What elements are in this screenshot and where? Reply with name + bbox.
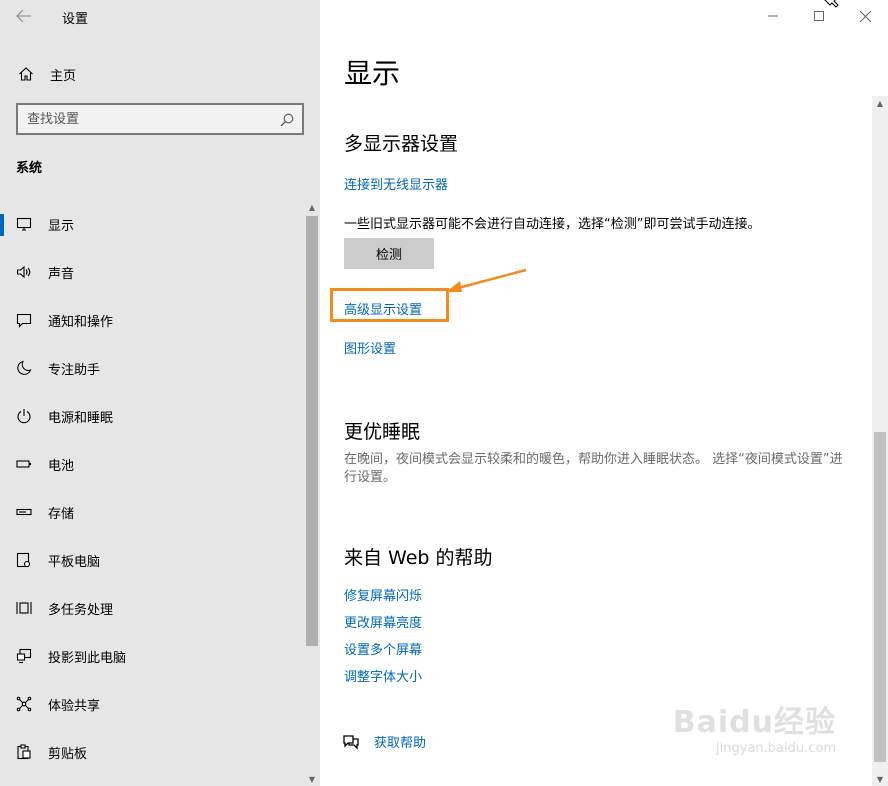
multitask-icon <box>0 600 48 616</box>
sidebar-item-focus-assist[interactable]: 专注助手 <box>0 344 304 392</box>
nav-list: 显示 声音 通知和操作 专注助手 电源和睡眠 电池 存储 平板电脑 多任务处理 … <box>0 200 304 786</box>
app-title: 设置 <box>62 12 89 27</box>
sidebar-item-label: 体验共享 <box>48 698 101 714</box>
moon-icon <box>0 360 48 376</box>
minimize-button[interactable] <box>750 0 796 32</box>
sidebar-item-label: 多任务处理 <box>48 602 114 618</box>
get-help-link[interactable]: 获取帮助 <box>374 732 426 751</box>
sidebar-item-notifications[interactable]: 通知和操作 <box>0 296 304 344</box>
home-icon <box>2 66 50 82</box>
maximize-icon <box>814 11 824 21</box>
web-help-heading: 来自 Web 的帮助 <box>344 547 493 569</box>
graphics-settings-link[interactable]: 图形设置 <box>344 338 396 357</box>
sidebar-item-project[interactable]: 投影到此电脑 <box>0 632 304 680</box>
minimize-icon <box>768 15 778 17</box>
sidebar-item-storage[interactable]: 存储 <box>0 488 304 536</box>
help-link-multiple-screens[interactable]: 设置多个屏幕 <box>344 639 422 658</box>
multi-display-heading: 多显示器设置 <box>344 133 459 155</box>
mouse-cursor-icon <box>824 0 839 8</box>
project-icon <box>0 648 48 664</box>
home-label: 主页 <box>50 68 77 84</box>
sidebar-item-label: 通知和操作 <box>48 314 114 330</box>
sidebar-item-label: 专注助手 <box>48 362 101 378</box>
get-help-row[interactable]: 获取帮助 <box>342 732 426 751</box>
sidebar-item-label: 显示 <box>48 218 75 234</box>
scroll-down-icon[interactable]: ▼ <box>304 772 320 786</box>
watermark-url: jingyan.baidu.com <box>716 741 836 756</box>
sidebar-scrollbar[interactable]: ▲ ▼ <box>304 200 320 786</box>
better-sleep-heading: 更优睡眠 <box>344 421 421 443</box>
speaker-icon <box>0 264 48 280</box>
sidebar-item-label: 声音 <box>48 266 75 282</box>
main-scroll-thumb[interactable] <box>874 432 886 762</box>
sidebar-item-tablet[interactable]: 平板电脑 <box>0 536 304 584</box>
annotation-arrow-icon <box>446 268 527 292</box>
scroll-up-icon[interactable]: ▲ <box>304 200 320 214</box>
advanced-display-settings-link[interactable]: 高级显示设置 <box>344 299 422 318</box>
sidebar-item-label: 剪贴板 <box>48 746 88 762</box>
section-label-system: 系统 <box>16 161 43 176</box>
tablet-icon <box>0 552 48 568</box>
sidebar: 设置 主页 系统 显示 声音 通知和操作 专注助手 <box>0 0 320 786</box>
power-icon <box>0 408 48 424</box>
notification-icon <box>0 312 48 328</box>
search-box[interactable] <box>16 103 304 135</box>
back-arrow-icon <box>16 9 31 23</box>
sidebar-item-battery[interactable]: 电池 <box>0 440 304 488</box>
battery-icon <box>0 456 48 472</box>
help-link-font-size[interactable]: 调整字体大小 <box>344 666 422 685</box>
scroll-down-icon[interactable]: ▼ <box>872 772 888 786</box>
sidebar-item-shared-experiences[interactable]: 体验共享 <box>0 680 304 728</box>
help-link-fix-flicker[interactable]: 修复屏幕闪烁 <box>344 585 422 604</box>
wireless-display-link[interactable]: 连接到无线显示器 <box>344 174 448 193</box>
close-button[interactable] <box>842 0 888 32</box>
chat-help-icon <box>343 734 359 750</box>
sidebar-item-home[interactable]: 主页 <box>0 56 320 92</box>
sidebar-item-display[interactable]: 显示 <box>0 200 304 248</box>
sidebar-item-label: 平板电脑 <box>48 554 101 570</box>
page-title: 显示 <box>344 57 401 90</box>
sidebar-item-label: 存储 <box>48 506 75 522</box>
watermark-logo: Baidu经验 <box>672 705 836 740</box>
sidebar-item-label: 电源和睡眠 <box>48 410 114 426</box>
detect-button[interactable]: 检测 <box>344 238 434 269</box>
sidebar-scroll-thumb[interactable] <box>306 216 318 646</box>
help-link-brightness[interactable]: 更改屏幕亮度 <box>344 612 422 631</box>
multi-display-description: 一些旧式显示器可能不会进行自动连接，选择“检测”即可尝试手动连接。 <box>344 217 761 232</box>
watermark: Baidu经验 jingyan.baidu.com <box>673 697 836 756</box>
clipboard-icon <box>0 744 48 760</box>
scroll-up-icon[interactable]: ▲ <box>872 96 888 110</box>
search-input[interactable] <box>27 111 275 127</box>
main-scrollbar[interactable]: ▲ ▼ <box>872 96 888 786</box>
sidebar-item-power-sleep[interactable]: 电源和睡眠 <box>0 392 304 440</box>
main-content: 显示 多显示器设置 连接到无线显示器 一些旧式显示器可能不会进行自动连接，选择“… <box>320 0 888 786</box>
monitor-icon <box>0 216 48 232</box>
storage-icon <box>0 504 48 520</box>
sidebar-item-label: 电池 <box>48 458 75 474</box>
sidebar-item-label: 投影到此电脑 <box>48 650 127 666</box>
search-icon[interactable] <box>280 112 294 131</box>
sidebar-item-multitasking[interactable]: 多任务处理 <box>0 584 304 632</box>
sidebar-item-clipboard[interactable]: 剪贴板 <box>0 728 304 776</box>
back-button[interactable] <box>6 2 42 30</box>
close-icon <box>859 10 871 22</box>
sidebar-item-sound[interactable]: 声音 <box>0 248 304 296</box>
share-icon <box>0 696 48 712</box>
better-sleep-description: 在晚间，夜间模式会显示较柔和的暖色，帮助你进入睡眠状态。 选择“夜间模式设置”进… <box>344 452 843 485</box>
window-controls <box>750 0 888 32</box>
